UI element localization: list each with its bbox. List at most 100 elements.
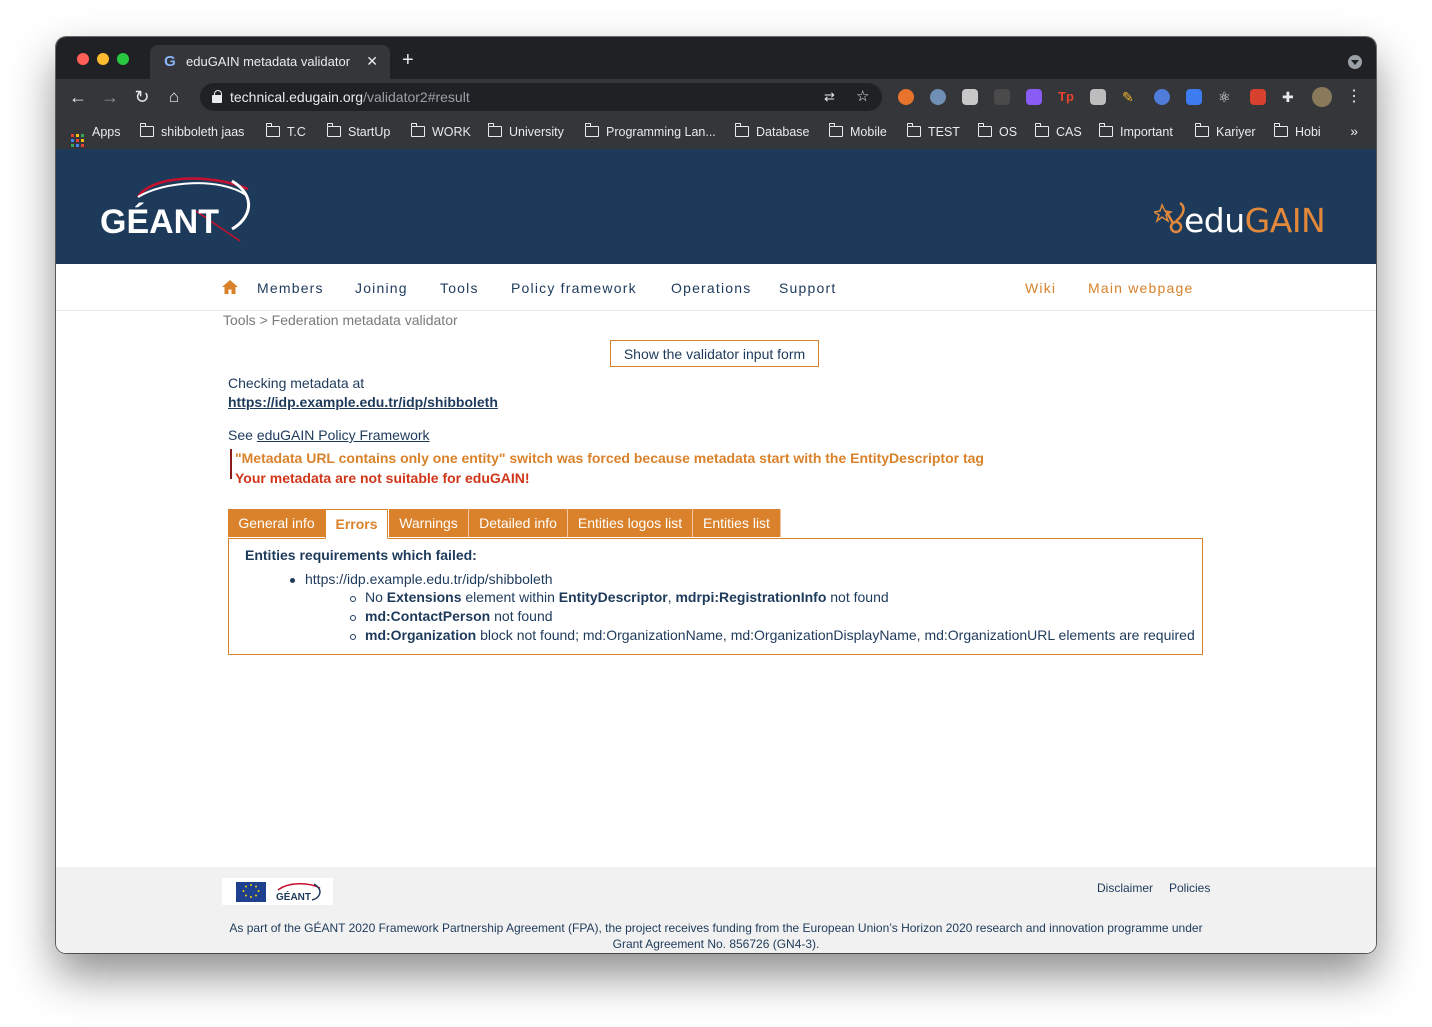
bookmark-folder[interactable]: CAS (1034, 123, 1082, 141)
tab-title: eduGAIN metadata validator (186, 54, 351, 69)
address-bar[interactable]: technical.edugain.org/validator2#result … (200, 83, 882, 111)
svg-text:GÉANT: GÉANT (100, 203, 219, 241)
bookmarks-bar: Apps shibboleth jaas T.C StartUp WORK Un… (56, 115, 1376, 150)
extension-icon[interactable] (994, 89, 1010, 105)
nav-members[interactable]: Members (257, 280, 324, 296)
bookmark-folder[interactable]: shibboleth jaas (139, 123, 244, 141)
extension-icon[interactable] (1090, 89, 1106, 105)
bookmark-folder[interactable]: Important (1098, 123, 1173, 141)
bookmark-folder[interactable]: Database (734, 123, 810, 141)
profile-avatar[interactable] (1312, 87, 1332, 107)
folder-icon (734, 123, 749, 137)
tab-warnings[interactable]: Warnings (389, 509, 469, 537)
extension-icon[interactable] (962, 89, 978, 105)
geant-logo[interactable]: GÉANT (100, 171, 260, 251)
bookmark-apps[interactable]: Apps (71, 123, 121, 147)
bookmark-folder[interactable]: StartUp (326, 123, 390, 141)
close-tab-icon[interactable]: ✕ (366, 53, 378, 69)
extension-icon[interactable]: ✎ (1122, 89, 1138, 105)
extensions-puzzle-icon[interactable]: ✚ (1282, 89, 1298, 105)
edugain-wordmark: eduGAIN (1184, 201, 1326, 240)
checked-metadata-link[interactable]: https://idp.example.edu.tr/idp/shibbolet… (228, 394, 498, 410)
folder-icon (1098, 123, 1113, 137)
bookmark-star-icon[interactable]: ☆ (856, 87, 869, 107)
tab-search-icon[interactable] (1348, 55, 1362, 69)
policies-link[interactable]: Policies (1169, 881, 1210, 895)
bullet-icon (350, 634, 356, 640)
bookmark-folder[interactable]: Kariyer (1194, 123, 1256, 141)
nav-joining[interactable]: Joining (355, 280, 408, 296)
bullet-icon (350, 596, 356, 602)
menu-icon[interactable]: ⋮ (1342, 85, 1366, 109)
bookmark-folder[interactable]: University (487, 123, 564, 141)
bookmark-folder[interactable]: Hobi (1273, 123, 1321, 141)
extension-icon[interactable] (930, 89, 946, 105)
folder-icon (977, 123, 992, 137)
funding-notice-line: As part of the GÉANT 2020 Framework Part… (229, 921, 1203, 935)
funding-notice: As part of the GÉANT 2020 Framework Part… (216, 920, 1216, 952)
more-bookmarks-icon[interactable]: » (1350, 123, 1358, 139)
folder-icon (584, 123, 599, 137)
folder-icon (1034, 123, 1049, 137)
bookmark-folder[interactable]: WORK (410, 123, 471, 141)
bookmark-folder[interactable]: TEST (906, 123, 960, 141)
tab-strip: G eduGAIN metadata validator ✕ + (56, 37, 1376, 79)
close-window-button[interactable] (77, 53, 89, 65)
new-tab-icon[interactable]: + (402, 50, 414, 70)
see-policy-line: See eduGAIN Policy Framework (228, 427, 430, 443)
translate-icon[interactable]: ⇄ (824, 87, 835, 107)
tab-entities-logos-list[interactable]: Entities logos list (568, 509, 693, 537)
error-item: md:Organization block not found; md:Orga… (365, 627, 1195, 643)
extension-icon[interactable]: Tp (1058, 89, 1074, 105)
nav-support[interactable]: Support (779, 280, 836, 296)
tab-errors[interactable]: Errors (325, 509, 388, 539)
nav-main-webpage[interactable]: Main webpage (1088, 280, 1193, 296)
extension-icon[interactable] (898, 89, 914, 105)
message-bar (230, 449, 232, 479)
folder-icon (487, 123, 502, 137)
maximize-window-button[interactable] (117, 53, 129, 65)
home-icon[interactable]: ⌂ (162, 85, 186, 109)
funding-notice-line: Grant Agreement No. 856726 (GN4-3). (612, 937, 820, 951)
home-icon[interactable] (222, 280, 238, 294)
browser-toolbar: ← → ↻ ⌂ technical.edugain.org/validator2… (56, 79, 1376, 115)
bookmark-folder[interactable]: T.C (265, 123, 306, 141)
tab-entities-list[interactable]: Entities list (693, 509, 781, 537)
edugain-key-icon (1154, 201, 1185, 234)
disclaimer-link[interactable]: Disclaimer (1097, 881, 1153, 895)
forward-icon[interactable]: → (98, 85, 122, 109)
nav-tools[interactable]: Tools (440, 280, 479, 296)
breadcrumb: Tools > Federation metadata validator (223, 312, 458, 328)
web-page: GÉANT eduGAIN Members Joining Tools Poli… (56, 149, 1376, 953)
extension-icon[interactable] (1154, 89, 1170, 105)
bookmark-folder[interactable]: Programming Lan... (584, 123, 716, 141)
header-banner: GÉANT eduGAIN (56, 149, 1376, 264)
minimize-window-button[interactable] (97, 53, 109, 65)
tab-detailed-info[interactable]: Detailed info (469, 509, 568, 537)
reload-icon[interactable]: ↻ (130, 85, 154, 109)
nav-operations[interactable]: Operations (671, 280, 751, 296)
folder-icon (410, 123, 425, 137)
url-text: technical.edugain.org/validator2#result (230, 89, 470, 105)
bookmark-folder[interactable]: OS (977, 123, 1017, 141)
folder-icon (265, 123, 280, 137)
back-icon[interactable]: ← (66, 85, 90, 109)
error-item: md:ContactPerson not found (365, 608, 553, 624)
extension-icon[interactable] (1026, 89, 1042, 105)
bookmark-folder[interactable]: Mobile (828, 123, 887, 141)
svg-text:GÉANT: GÉANT (276, 890, 311, 903)
policy-framework-link[interactable]: eduGAIN Policy Framework (257, 427, 430, 443)
errors-panel: Entities requirements which failed: http… (228, 538, 1203, 655)
extension-icon[interactable] (1250, 89, 1266, 105)
nav-policy-framework[interactable]: Policy framework (511, 280, 637, 296)
show-validator-form-button[interactable]: Show the validator input form (610, 340, 819, 367)
apps-grid-icon (71, 134, 84, 147)
nav-wiki[interactable]: Wiki (1025, 280, 1056, 296)
folder-icon (906, 123, 921, 137)
extension-icon[interactable]: ⚛ (1218, 89, 1234, 105)
folder-icon (1194, 123, 1209, 137)
folder-icon (1273, 123, 1288, 137)
browser-tab[interactable]: G eduGAIN metadata validator ✕ (150, 45, 390, 79)
extension-icon[interactable] (1186, 89, 1202, 105)
tab-general-info[interactable]: General info (228, 509, 326, 537)
